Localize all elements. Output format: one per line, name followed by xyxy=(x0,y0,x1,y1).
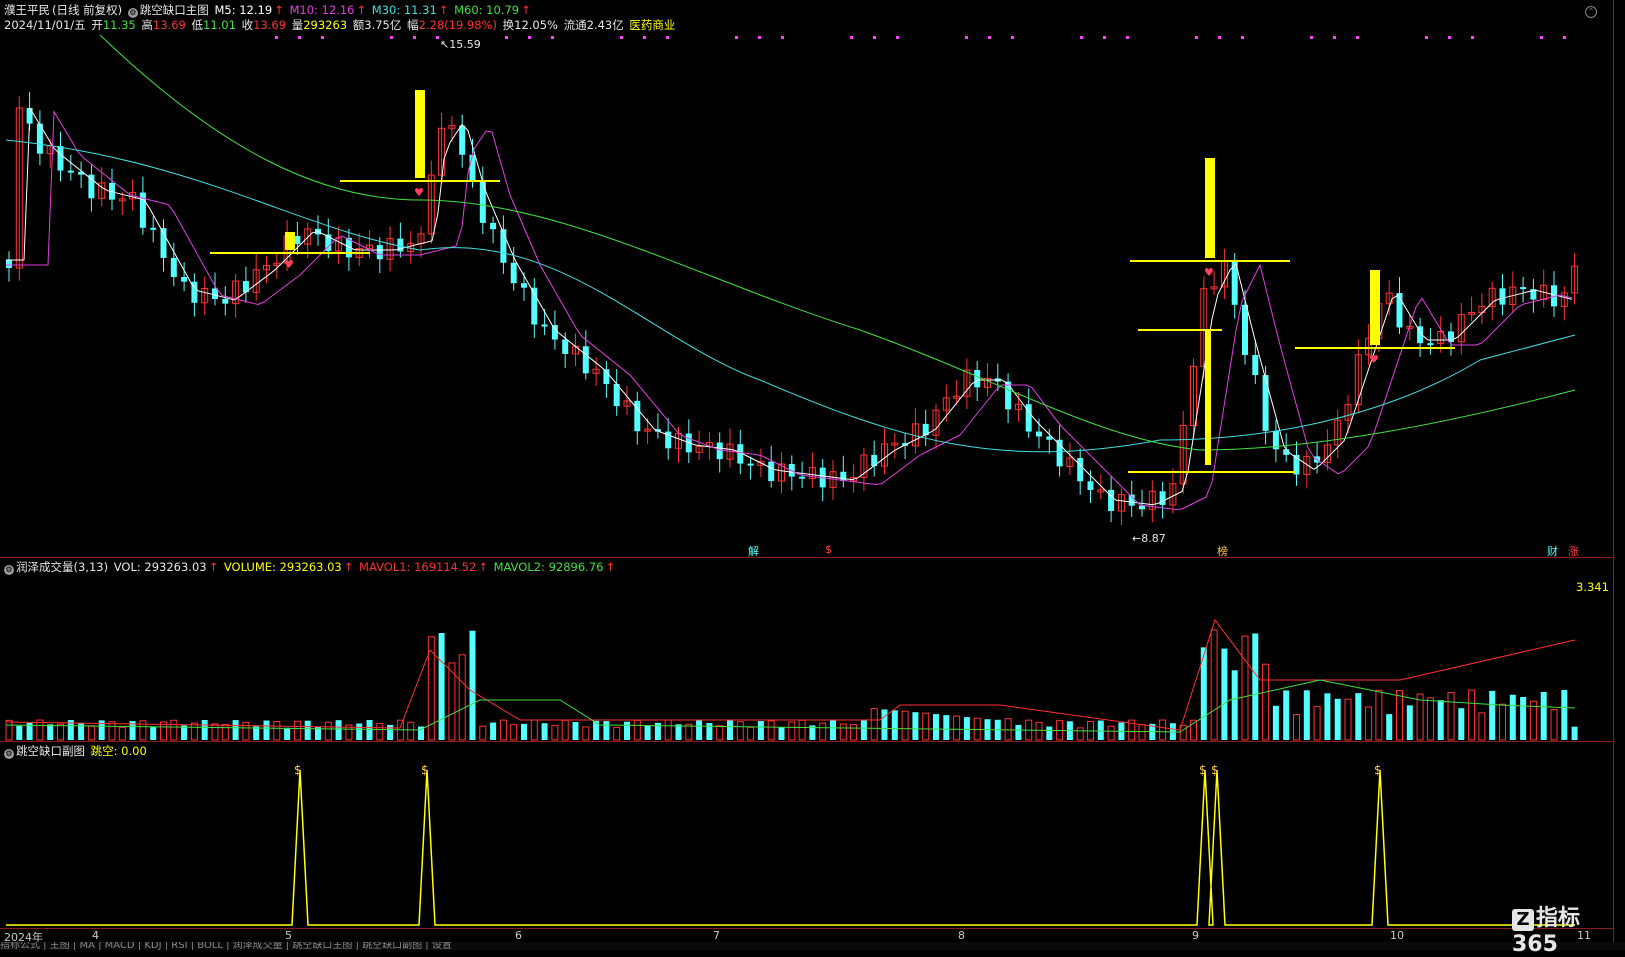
x-axis-month-6: 6 xyxy=(515,929,522,942)
x-axis-month-7: 7 xyxy=(713,929,720,942)
logo-icon: Z xyxy=(1512,909,1534,931)
money-bag-icon: $ xyxy=(294,763,302,777)
money-bag-icon: $ xyxy=(1374,763,1382,777)
x-axis-month-4: 4 xyxy=(92,929,99,942)
price-scale[interactable] xyxy=(1613,0,1625,942)
status-bar[interactable]: 指标公式 | 主图 | MA | MACD | KDJ | RSI | BOLL… xyxy=(0,942,1625,950)
money-bag-icon: $ xyxy=(421,763,429,777)
x-axis-month-8: 8 xyxy=(958,929,965,942)
x-axis-month-10: 10 xyxy=(1390,929,1404,942)
x-axis: 2024年 4 5 6 7 8 9 10 11 xyxy=(0,928,1613,944)
x-axis-month-5: 5 xyxy=(285,929,292,942)
money-bag-icon: $ xyxy=(1211,763,1219,777)
watermark-logo: Z 指标365 xyxy=(1512,906,1581,957)
x-axis-month-9: 9 xyxy=(1192,929,1199,942)
gap-chart[interactable]: $ $ $ $ $ xyxy=(0,0,1613,950)
gap-signal-line xyxy=(6,769,1575,926)
money-bag-icon: $ xyxy=(1199,763,1207,777)
